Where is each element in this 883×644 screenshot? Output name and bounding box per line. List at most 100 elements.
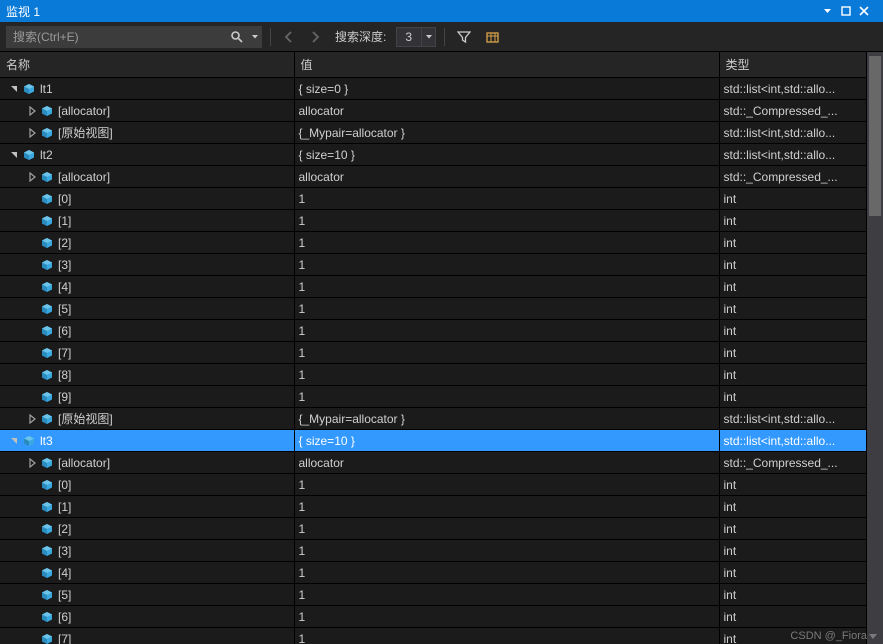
row-name: [9] bbox=[58, 390, 71, 404]
row-type: int bbox=[724, 368, 737, 382]
row-type: std::_Compressed_... bbox=[724, 456, 838, 470]
table-row[interactable]: [1]1int bbox=[0, 210, 867, 232]
row-value: {_Mypair=allocator } bbox=[299, 412, 405, 426]
search-input[interactable] bbox=[7, 30, 225, 44]
caret-closed-icon[interactable] bbox=[26, 457, 38, 469]
table-row[interactable]: [6]1int bbox=[0, 320, 867, 342]
row-name: [allocator] bbox=[58, 456, 110, 470]
variable-icon bbox=[40, 281, 54, 293]
table-row[interactable]: [9]1int bbox=[0, 386, 867, 408]
table-row[interactable]: [0]1int bbox=[0, 474, 867, 496]
row-type: std::list<int,std::allo... bbox=[724, 412, 836, 426]
caret-closed-icon[interactable] bbox=[26, 127, 38, 139]
caret-placeholder bbox=[26, 281, 38, 293]
row-value: 1 bbox=[299, 258, 306, 272]
row-type: int bbox=[724, 566, 737, 580]
search-icon[interactable] bbox=[225, 26, 249, 48]
variable-icon bbox=[40, 325, 54, 337]
table-row[interactable]: [2]1int bbox=[0, 232, 867, 254]
variable-icon bbox=[40, 193, 54, 205]
row-type: int bbox=[724, 632, 737, 644]
row-name: [7] bbox=[58, 632, 71, 644]
caret-open-icon[interactable] bbox=[8, 83, 20, 95]
maximize-button[interactable] bbox=[841, 6, 859, 16]
chevron-down-icon[interactable] bbox=[421, 28, 435, 46]
table-row[interactable]: [allocator]allocatorstd::_Compressed_... bbox=[0, 166, 867, 188]
row-type: int bbox=[724, 346, 737, 360]
table-row[interactable]: [8]1int bbox=[0, 364, 867, 386]
column-value[interactable]: 值 bbox=[294, 52, 719, 78]
table-row[interactable]: [4]1int bbox=[0, 276, 867, 298]
caret-open-icon[interactable] bbox=[8, 435, 20, 447]
table-row[interactable]: [0] 1 int bbox=[0, 188, 867, 210]
table-row[interactable]: lt3{ size=10 }std::list<int,std::allo... bbox=[0, 430, 867, 452]
table-row[interactable]: lt2{ size=10 }std::list<int,std::allo... bbox=[0, 144, 867, 166]
table-row[interactable]: [7]1int bbox=[0, 342, 867, 364]
table-row[interactable]: [原始视图]{_Mypair=allocator }std::list<int,… bbox=[0, 122, 867, 144]
column-name[interactable]: 名称 bbox=[0, 52, 294, 78]
search-dropdown-icon[interactable] bbox=[249, 26, 261, 48]
row-value: 1 bbox=[299, 478, 306, 492]
variable-icon bbox=[22, 149, 36, 161]
table-row[interactable]: lt1 { size=0 } std::list<int,std::allo... bbox=[0, 78, 867, 100]
variable-icon bbox=[40, 259, 54, 271]
table-row[interactable]: [allocator]allocatorstd::_Compressed_... bbox=[0, 452, 867, 474]
row-type: int bbox=[724, 280, 737, 294]
nav-forward-button[interactable] bbox=[305, 27, 325, 47]
row-value: 1 bbox=[299, 390, 306, 404]
scrollbar-thumb[interactable] bbox=[869, 56, 881, 216]
caret-placeholder bbox=[26, 567, 38, 579]
caret-closed-icon[interactable] bbox=[26, 413, 38, 425]
search-box bbox=[6, 26, 262, 48]
caret-open-icon[interactable] bbox=[8, 149, 20, 161]
table-row[interactable]: [2]1int bbox=[0, 518, 867, 540]
variable-icon bbox=[40, 303, 54, 315]
table-row[interactable]: [6]1int bbox=[0, 606, 867, 628]
table-row[interactable]: [5]1int bbox=[0, 298, 867, 320]
table-row[interactable]: [4]1int bbox=[0, 562, 867, 584]
row-type: int bbox=[724, 610, 737, 624]
dropdown-button[interactable] bbox=[823, 7, 841, 16]
caret-placeholder bbox=[26, 215, 38, 227]
row-name: [3] bbox=[58, 544, 71, 558]
titlebar[interactable]: 监视 1 bbox=[0, 0, 883, 22]
row-value: 1 bbox=[299, 346, 306, 360]
table-row[interactable]: [3]1int bbox=[0, 254, 867, 276]
row-type: std::_Compressed_... bbox=[724, 104, 838, 118]
table-row[interactable]: [5]1int bbox=[0, 584, 867, 606]
row-name: [4] bbox=[58, 566, 71, 580]
table-row[interactable]: [原始视图]{_Mypair=allocator }std::list<int,… bbox=[0, 408, 867, 430]
row-type: int bbox=[724, 192, 737, 206]
separator bbox=[270, 28, 271, 46]
caret-placeholder bbox=[26, 479, 38, 491]
table-row[interactable]: [7] 1 int bbox=[0, 628, 867, 644]
depth-selector[interactable]: 3 bbox=[396, 27, 436, 47]
row-value: 1 bbox=[299, 192, 306, 206]
row-value: 1 bbox=[299, 236, 306, 250]
variable-icon bbox=[40, 105, 54, 117]
row-type: int bbox=[724, 478, 737, 492]
filter-button[interactable] bbox=[453, 27, 475, 47]
row-name: lt1 bbox=[40, 82, 53, 96]
vertical-scrollbar[interactable] bbox=[867, 52, 883, 644]
nav-back-button[interactable] bbox=[279, 27, 299, 47]
table-row[interactable]: [3]1int bbox=[0, 540, 867, 562]
row-name: lt2 bbox=[40, 148, 53, 162]
row-value: 1 bbox=[299, 632, 306, 644]
table-row[interactable]: [allocator]allocatorstd::_Compressed_... bbox=[0, 100, 867, 122]
caret-placeholder bbox=[26, 237, 38, 249]
variable-icon bbox=[40, 413, 54, 425]
row-type: int bbox=[724, 544, 737, 558]
table-view-button[interactable] bbox=[481, 27, 503, 47]
row-type: int bbox=[724, 258, 737, 272]
row-name: [0] bbox=[58, 192, 71, 206]
table-row[interactable]: [1]1int bbox=[0, 496, 867, 518]
caret-closed-icon[interactable] bbox=[26, 171, 38, 183]
variable-icon bbox=[40, 523, 54, 535]
caret-closed-icon[interactable] bbox=[26, 105, 38, 117]
caret-placeholder bbox=[26, 369, 38, 381]
column-type[interactable]: 类型 bbox=[719, 52, 867, 78]
row-type: std::list<int,std::allo... bbox=[724, 82, 836, 96]
row-value: { size=0 } bbox=[299, 82, 349, 96]
close-button[interactable] bbox=[859, 6, 877, 16]
